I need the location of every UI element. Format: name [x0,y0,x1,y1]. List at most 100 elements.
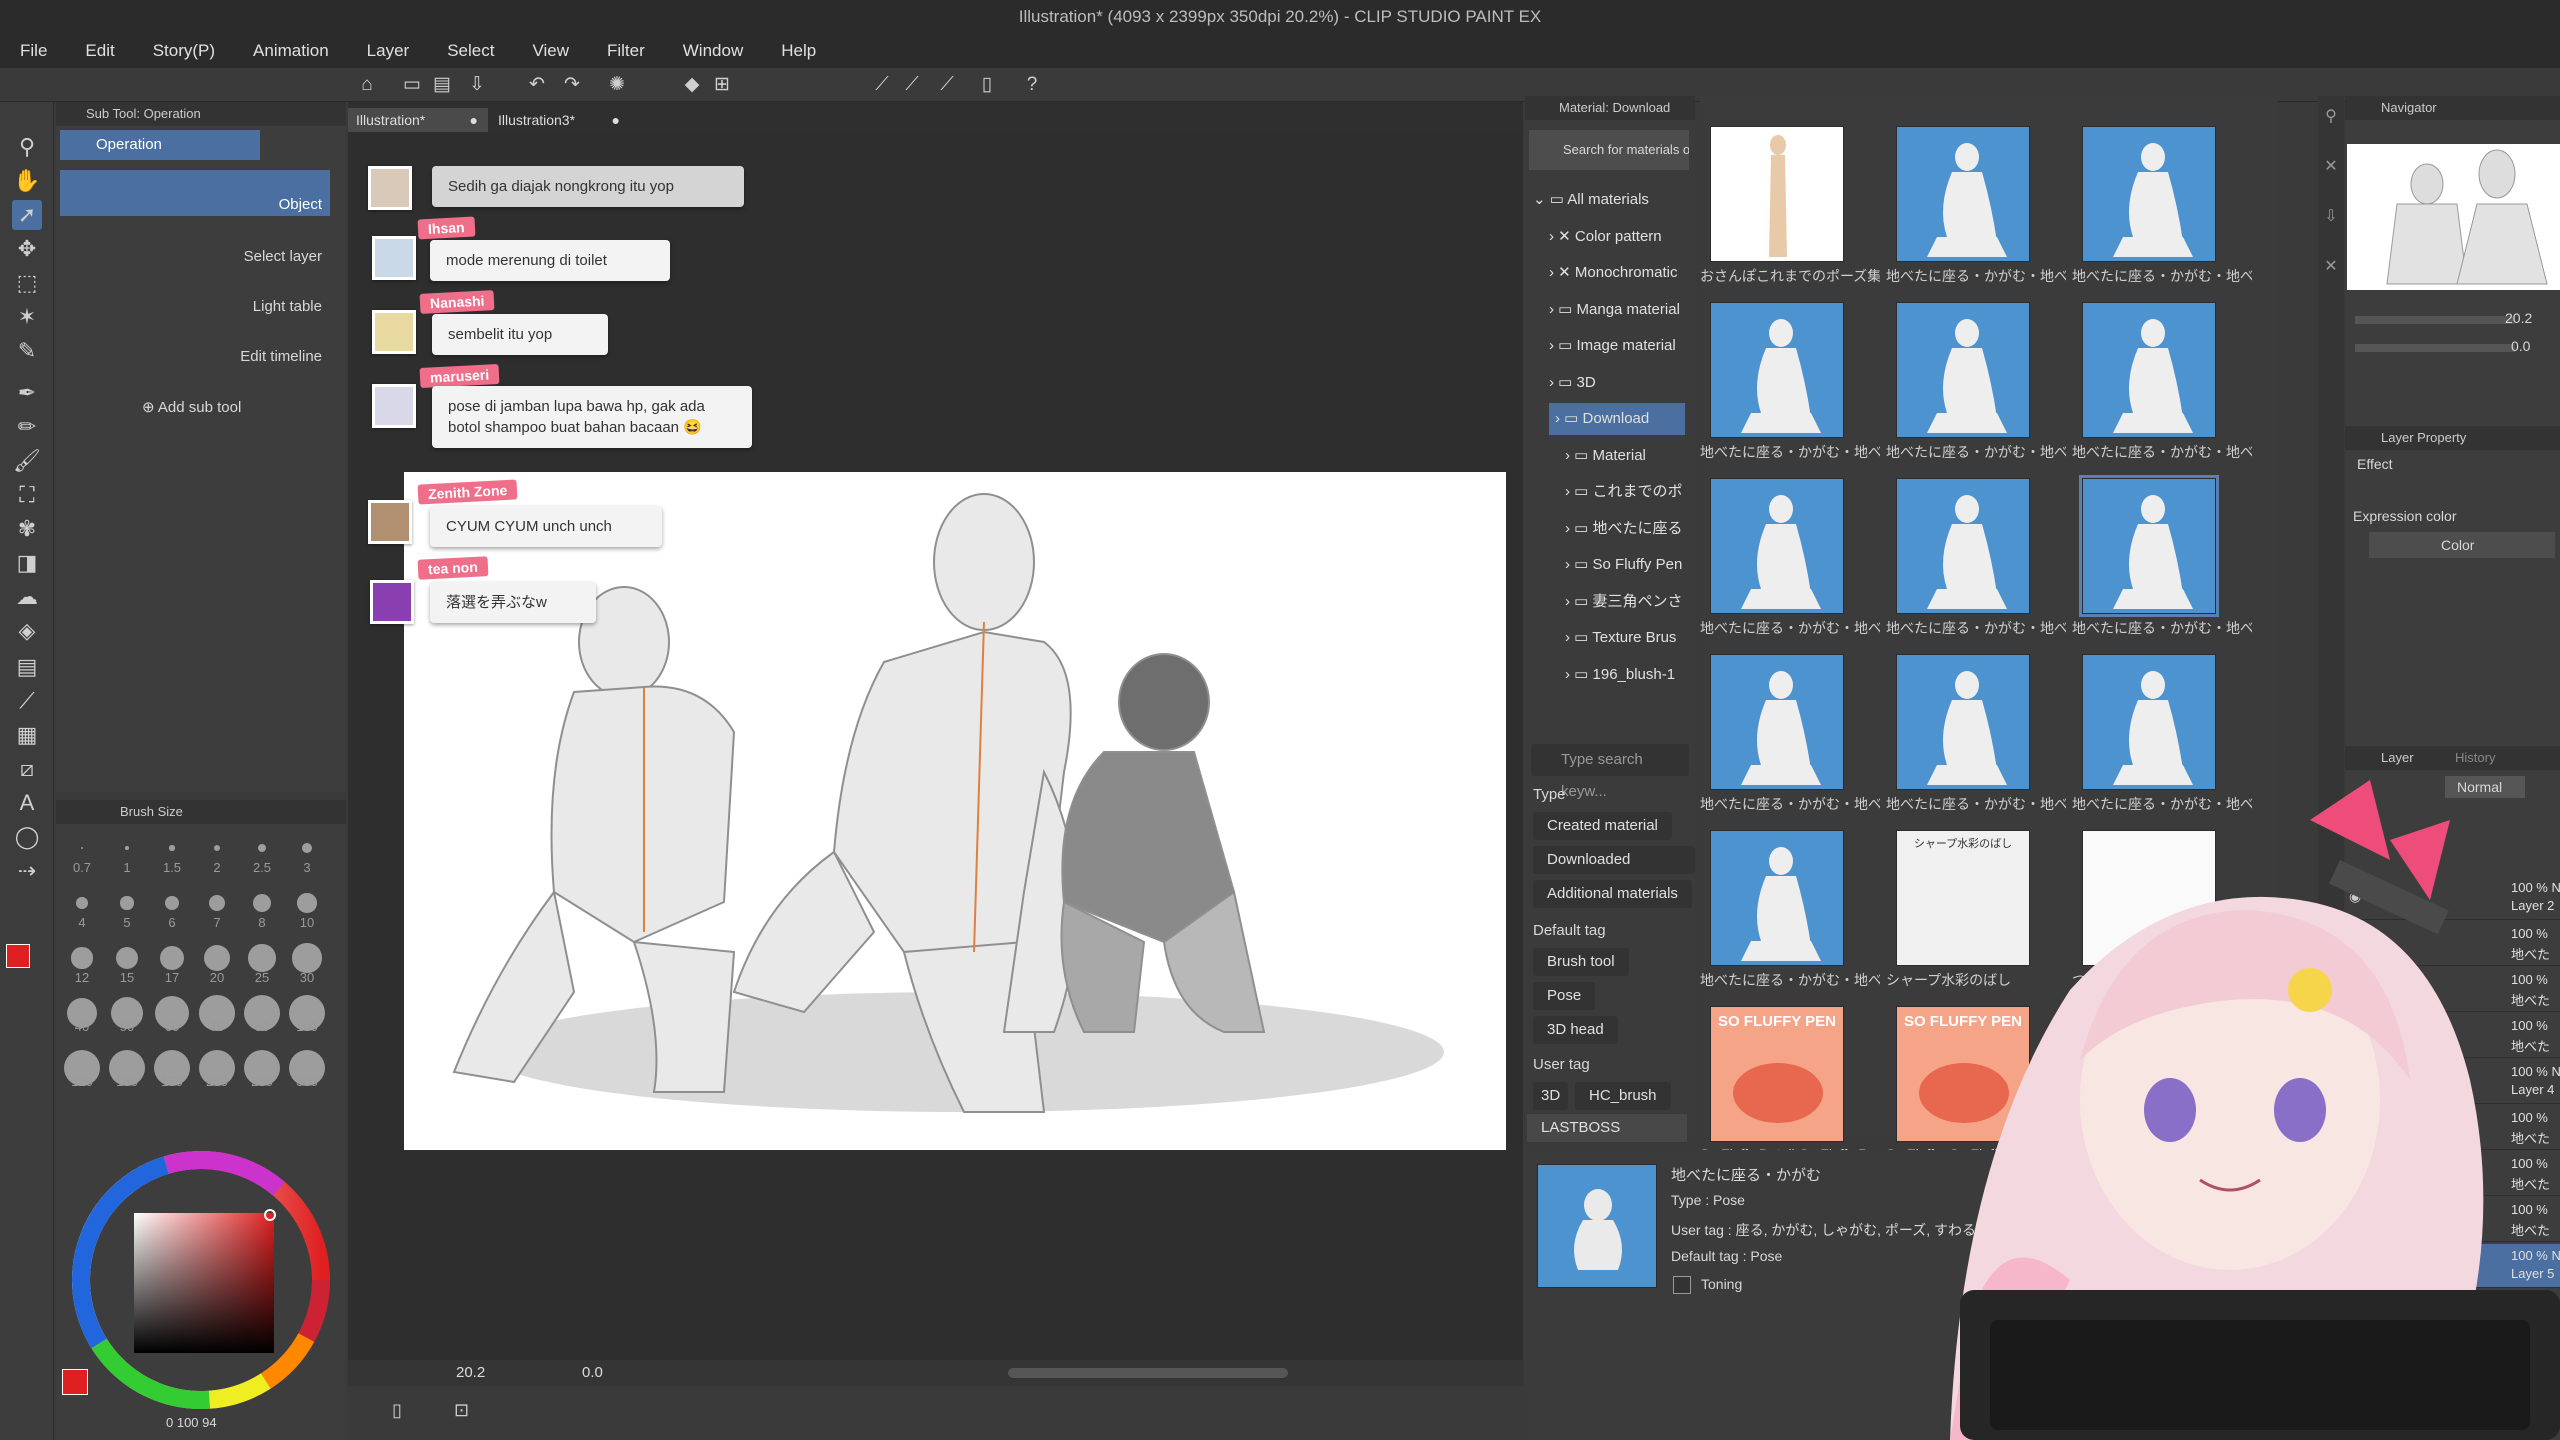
brush-size-option[interactable]: 150 [105,1050,149,1104]
color-wheel[interactable] [66,1145,336,1415]
correct-line-icon[interactable]: ⇢ [12,856,42,886]
material-thumbnail[interactable] [1896,302,2030,438]
grid-view-icon[interactable]: ⊡ [454,1400,478,1424]
undo-icon[interactable]: ↶ [525,74,549,96]
snap-ruler-icon[interactable]: ⟋ [870,74,894,96]
brush-size-option[interactable]: 2.5 [240,830,284,884]
menu-help[interactable]: Help [781,41,816,61]
horizontal-scrollbar[interactable] [1008,1368,1288,1378]
brush-size-option[interactable]: 17 [150,940,194,994]
brush-size-option[interactable]: 40 [60,995,104,1049]
tag-pose[interactable]: Pose [1533,982,1596,1010]
brush-size-option[interactable]: 1 [105,830,149,884]
material-tree-item[interactable]: › ▭ 地べたに座る [1565,513,1685,545]
loading-icon[interactable]: ✺ [605,74,629,96]
tab-illustration[interactable]: Illustration* ● [348,108,488,132]
brush-size-option[interactable]: 1.5 [150,830,194,884]
menu-file[interactable]: File [20,41,47,61]
material-thumbnail[interactable] [1896,126,2030,262]
material-tree-item[interactable]: › ▭ 3D [1549,367,1685,399]
auto-select-icon[interactable]: ✶ [12,302,42,332]
tag-lastboss[interactable]: LASTBOSS [1527,1114,1687,1142]
brush-size-option[interactable]: 7 [195,885,239,939]
menu-edit[interactable]: Edit [85,41,114,61]
brush-size-option[interactable]: 12 [60,940,104,994]
text-icon[interactable]: A [12,788,42,818]
material-thumbnail[interactable] [1710,302,1844,438]
sub-tool-tab-operation[interactable]: Operation [60,130,260,160]
companion-icon[interactable]: ▯ [975,74,999,96]
airbrush-icon[interactable]: ⛶ [12,480,42,510]
menu-story[interactable]: Story(P) [153,41,215,61]
transform-icon[interactable]: ⊞ [710,74,734,96]
brush-size-option[interactable]: 200 [195,1050,239,1104]
tab-close-icon[interactable]: ● [470,108,478,132]
material-thumbnail[interactable] [1710,478,1844,614]
brush-size-option[interactable]: 2 [195,830,239,884]
toning-checkbox[interactable] [1673,1276,1691,1294]
delete-icon[interactable]: ✕ [2318,256,2344,282]
material-thumbnail[interactable]: SO FLUFFY PEN [1710,1006,1844,1142]
search-materials-button[interactable]: Search for materials on A [1529,130,1689,170]
brush-size-option[interactable]: 5 [105,885,149,939]
brush-size-option[interactable]: 4 [60,885,104,939]
search-icon[interactable]: ⚲ [2318,106,2344,132]
brush-size-option[interactable]: 250 [240,1050,284,1104]
tag-brush-tool[interactable]: Brush tool [1533,948,1629,976]
navigator-zoom[interactable]: 20.2 [2505,310,2532,326]
brush-size-option[interactable]: 0.7 [60,830,104,884]
zoom-icon[interactable]: ⚲ [12,132,42,162]
rotation-value[interactable]: 0.0 [582,1364,603,1381]
fill-icon[interactable]: ◆ [680,74,704,96]
material-thumbnail[interactable] [2082,302,2216,438]
material-tree-item[interactable]: › ▭ 妻三角ペンさ [1565,586,1685,618]
created-material-button[interactable]: Created material [1533,812,1672,840]
page-view-icon[interactable]: ▯ [392,1400,416,1424]
material-thumbnail[interactable] [1710,830,1844,966]
brush-size-option[interactable]: 60 [150,995,194,1049]
open-folder-icon[interactable]: ▤ [430,74,454,96]
drawing-canvas[interactable] [404,472,1506,1150]
menu-select[interactable]: Select [447,41,494,61]
material-tree-item[interactable]: › ▭ Texture Brus [1565,622,1685,654]
rotate-slider[interactable] [2355,344,2515,352]
menu-window[interactable]: Window [683,41,743,61]
new-file-icon[interactable]: ▭ [400,74,424,96]
save-icon[interactable]: ⇩ [465,74,489,96]
brush-icon[interactable]: 🖌 [12,446,42,476]
navigator-preview[interactable] [2347,144,2560,290]
brush-size-option[interactable]: 30 [285,940,329,994]
material-tree-item[interactable]: › ▭ Download [1549,403,1685,435]
sub-tool-select-layer[interactable]: Select layer [60,222,330,268]
material-thumbnail[interactable] [1710,654,1844,790]
material-tree-item[interactable]: › ✕ Monochromatic [1549,257,1685,289]
help-icon[interactable]: ? [1020,74,1044,96]
menu-animation[interactable]: Animation [253,41,329,61]
menu-layer[interactable]: Layer [367,41,410,61]
figure-icon[interactable]: ⟋ [12,686,42,716]
snap-grid-icon[interactable]: ⟋ [935,74,959,96]
hand-icon[interactable]: ✋ [12,166,42,196]
brush-size-option[interactable]: 8 [240,885,284,939]
material-thumbnail[interactable] [1896,478,2030,614]
eraser-icon[interactable]: ◨ [12,548,42,578]
material-thumbnail[interactable] [2082,126,2216,262]
material-tree-item[interactable]: › ▭ 196_blush-1 [1565,659,1685,691]
add-sub-tool-button[interactable]: ⊕ Add sub tool [142,398,241,416]
frame-border-icon[interactable]: ▦ [12,720,42,750]
material-tree-item[interactable]: ⌄ ▭ All materials [1533,184,1685,216]
download-icon[interactable]: ⇩ [2318,206,2344,232]
brush-size-option[interactable]: 70 [195,995,239,1049]
snap-special-ruler-icon[interactable]: ⟋ [900,74,924,96]
operation-tool-icon[interactable]: ➚ [12,200,42,230]
tag-3d[interactable]: 3D [1533,1082,1569,1110]
brush-size-option[interactable]: 80 [240,995,284,1049]
brush-size-option[interactable]: 10 [285,885,329,939]
tag-3d-head[interactable]: 3D head [1533,1016,1618,1044]
move-layer-icon[interactable]: ✥ [12,234,42,264]
main-color-swatch[interactable] [6,944,30,968]
brush-size-option[interactable]: 6 [150,885,194,939]
navigator-angle[interactable]: 0.0 [2511,338,2530,354]
material-tree-item[interactable]: › ▭ これまでのポ [1565,476,1685,508]
downloaded-material-button[interactable]: Downloaded material [1533,846,1695,896]
